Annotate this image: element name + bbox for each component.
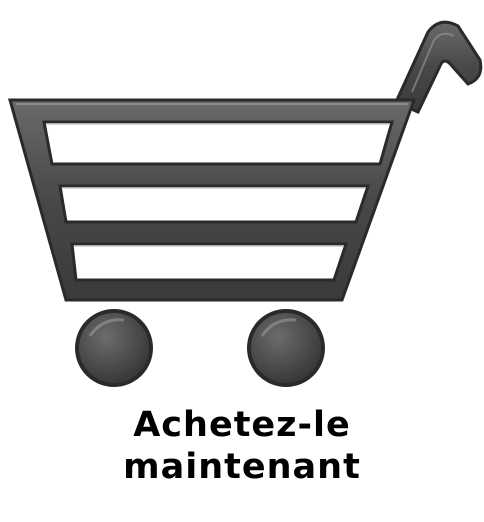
cart-basket [8, 98, 417, 302]
caption-line-1: Achetez-le [133, 405, 351, 445]
buy-now-caption: Achetez-le maintenant [0, 404, 484, 488]
cart-wheel-right [247, 309, 325, 387]
shopping-cart-icon [0, 0, 484, 400]
caption-line-2: maintenant [123, 447, 361, 487]
cart-wheel-left [75, 309, 153, 387]
